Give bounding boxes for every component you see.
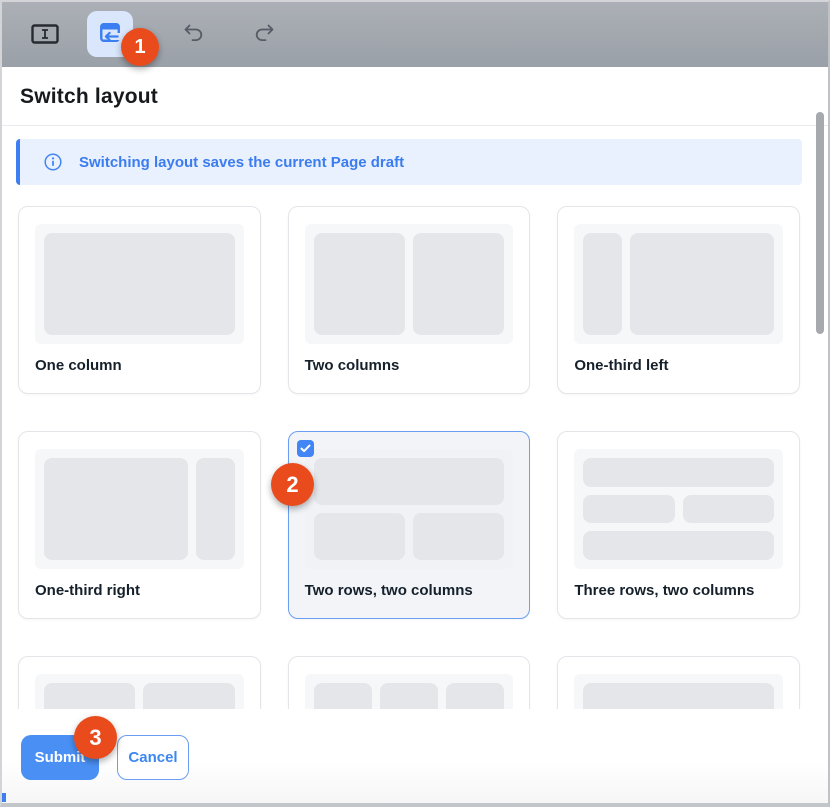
annotation-badge-3: 3: [74, 716, 117, 759]
preview-block: [314, 513, 405, 560]
redo-icon: [252, 32, 276, 47]
dialog-footer: Submit Cancel: [2, 709, 828, 803]
cancel-button[interactable]: Cancel: [117, 735, 189, 780]
layout-card-label: One-third left: [574, 357, 668, 374]
preview-block: [314, 233, 405, 335]
switch-layout-dialog: Switch layout Switching layout saves the…: [2, 67, 828, 803]
preview-row: [44, 233, 235, 335]
layout-card-5[interactable]: Two rows, two columns: [288, 431, 531, 619]
preview-block: [44, 458, 188, 560]
layout-card-label: Three rows, two columns: [574, 582, 754, 599]
layout-preview: [305, 224, 514, 344]
preview-row: [583, 495, 774, 524]
preview-row: [583, 531, 774, 560]
dialog-title: Switch layout: [2, 67, 828, 125]
focus-corner-mark: [2, 793, 6, 802]
preview-row: [314, 513, 505, 560]
layout-card-label: Two columns: [305, 357, 400, 374]
preview-block: [583, 531, 774, 560]
layout-card-label: Two rows, two columns: [305, 582, 473, 599]
checkmark-icon: [300, 440, 311, 458]
text-field-tool-button[interactable]: [31, 24, 59, 44]
preview-block: [196, 458, 234, 560]
switch-layout-icon: [97, 20, 123, 49]
preview-row: [44, 458, 235, 560]
preview-block: [413, 233, 504, 335]
layout-preview: [305, 449, 514, 569]
preview-block: [583, 495, 674, 524]
undo-icon: [182, 32, 206, 47]
info-banner: Switching layout saves the current Page …: [16, 139, 802, 185]
vertical-scrollbar-thumb[interactable]: [816, 112, 824, 334]
preview-block: [683, 495, 774, 524]
preview-block: [413, 513, 504, 560]
preview-block: [583, 458, 774, 487]
layout-card-3[interactable]: One-third left: [557, 206, 800, 394]
layout-card-4[interactable]: One-third right: [18, 431, 261, 619]
layout-card-6[interactable]: Three rows, two columns: [557, 431, 800, 619]
layout-preview: [574, 449, 783, 569]
layout-card-2[interactable]: Two columns: [288, 206, 531, 394]
title-divider: [2, 125, 828, 126]
layout-card-1[interactable]: One column: [18, 206, 261, 394]
preview-row: [583, 233, 774, 335]
info-banner-text: Switching layout saves the current Page …: [79, 154, 404, 171]
preview-block: [630, 233, 774, 335]
preview-block: [314, 458, 505, 505]
annotation-badge-1: 1: [121, 28, 159, 66]
preview-row: [583, 458, 774, 487]
preview-block: [44, 233, 235, 335]
preview-block: [583, 233, 621, 335]
layout-preview: [35, 224, 244, 344]
layout-card-label: One column: [35, 357, 122, 374]
selected-checkbox[interactable]: [297, 440, 314, 457]
layout-preview: [35, 449, 244, 569]
preview-row: [314, 458, 505, 505]
layout-card-label: One-third right: [35, 582, 140, 599]
layout-preview: [574, 224, 783, 344]
undo-button[interactable]: [181, 22, 207, 46]
app-window: Switch layout Switching layout saves the…: [0, 0, 830, 807]
redo-button[interactable]: [251, 22, 277, 46]
text-field-icon: [31, 32, 59, 47]
preview-row: [314, 233, 505, 335]
annotation-badge-2: 2: [271, 463, 314, 506]
info-icon: [44, 153, 62, 171]
